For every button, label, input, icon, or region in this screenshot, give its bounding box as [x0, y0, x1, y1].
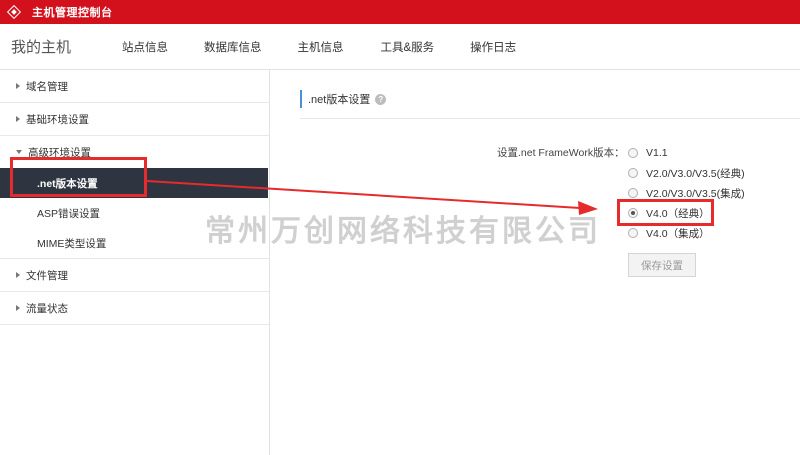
sidebar-item-label: 域名管理: [26, 80, 68, 93]
sidebar: 域名管理 基础环境设置 高级环境设置 .net版本设置 ASP错误设置 MIME…: [0, 70, 270, 455]
sidebar-item-net-version[interactable]: .net版本设置: [0, 168, 268, 198]
sidebar-item-label: 基础环境设置: [26, 113, 89, 126]
caret-right-icon: [16, 116, 20, 122]
sidebar-item-label: MIME类型设置: [37, 237, 107, 250]
save-settings-button[interactable]: 保存设置: [628, 253, 696, 277]
logo-icon: [6, 4, 22, 20]
framework-version-label: 设置.net FrameWork版本：: [497, 147, 625, 159]
radio-circle-icon[interactable]: [628, 228, 638, 238]
radio-circle-icon[interactable]: [628, 188, 638, 198]
sidebar-item-basic-env[interactable]: 基础环境设置: [0, 103, 269, 135]
sidebar-item-mime-type[interactable]: MIME类型设置: [0, 228, 269, 258]
sidebar-group-basic-env: 基础环境设置: [0, 103, 269, 136]
sidebar-item-domain[interactable]: 域名管理: [0, 70, 269, 102]
help-icon[interactable]: ?: [375, 93, 387, 105]
section-divider: [300, 118, 800, 119]
radio-option-v2-integrated[interactable]: V2.0/V3.0/V3.5(集成): [628, 183, 745, 203]
radio-option-label: V2.0/V3.0/V3.5(集成): [646, 187, 745, 200]
sidebar-group-traffic: 流量状态: [0, 292, 269, 325]
sidebar-item-advanced-env[interactable]: 高级环境设置: [0, 136, 269, 168]
sidebar-item-files[interactable]: 文件管理: [0, 259, 269, 291]
radio-circle-icon[interactable]: [628, 168, 638, 178]
sidebar-group-advanced-env: 高级环境设置 .net版本设置 ASP错误设置 MIME类型设置: [0, 136, 269, 259]
tab-operation-log[interactable]: 操作日志: [470, 39, 516, 55]
sidebar-item-label: ASP错误设置: [37, 207, 101, 220]
radio-option-v4-integrated[interactable]: V4.0（集成）: [628, 223, 745, 243]
radio-option-label: V2.0/V3.0/V3.5(经典): [646, 167, 745, 180]
app-title: 主机管理控制台: [32, 7, 113, 19]
sidebar-item-asp-error[interactable]: ASP错误设置: [0, 198, 269, 228]
tab-tools-services[interactable]: 工具&服务: [381, 39, 435, 55]
main-nav: 我的主机 站点信息 数据库信息 主机信息 工具&服务 操作日志: [0, 24, 800, 70]
caret-right-icon: [16, 272, 20, 278]
radio-option-label: V4.0（经典）: [646, 207, 710, 220]
section-header: .net版本设置 ?: [300, 90, 800, 108]
tab-site-info[interactable]: 站点信息: [122, 39, 168, 55]
caret-down-icon: [16, 150, 22, 154]
radio-circle-icon[interactable]: [628, 148, 638, 158]
tab-database-info[interactable]: 数据库信息: [204, 39, 262, 55]
tab-host-info[interactable]: 主机信息: [298, 39, 344, 55]
sidebar-item-label: 文件管理: [26, 269, 68, 282]
radio-checked-icon[interactable]: [628, 208, 638, 218]
section-title: .net版本设置: [308, 94, 371, 106]
radio-option-label: V4.0（集成）: [646, 227, 710, 240]
main-content: .net版本设置 ? 设置.net FrameWork版本： V1.1 V2.0…: [300, 90, 800, 450]
sidebar-item-traffic[interactable]: 流量状态: [0, 292, 269, 324]
nav-tabs: 站点信息 数据库信息 主机信息 工具&服务 操作日志: [119, 39, 516, 55]
sidebar-group-domain: 域名管理: [0, 70, 269, 103]
radio-option-v1-1[interactable]: V1.1: [628, 143, 745, 163]
sidebar-item-label: 流量状态: [26, 302, 68, 315]
brand-title[interactable]: 我的主机: [11, 36, 119, 57]
top-bar: 主机管理控制台: [0, 0, 800, 24]
sidebar-item-label: 高级环境设置: [28, 146, 91, 159]
sidebar-item-label: .net版本设置: [37, 177, 98, 190]
radio-option-v4-classic[interactable]: V4.0（经典）: [628, 203, 745, 223]
caret-right-icon: [16, 83, 20, 89]
radio-option-v2-classic[interactable]: V2.0/V3.0/V3.5(经典): [628, 163, 745, 183]
caret-right-icon: [16, 305, 20, 311]
radio-option-label: V1.1: [646, 147, 668, 159]
framework-version-options: V1.1 V2.0/V3.0/V3.5(经典) V2.0/V3.0/V3.5(集…: [628, 143, 745, 243]
sidebar-group-files: 文件管理: [0, 259, 269, 292]
